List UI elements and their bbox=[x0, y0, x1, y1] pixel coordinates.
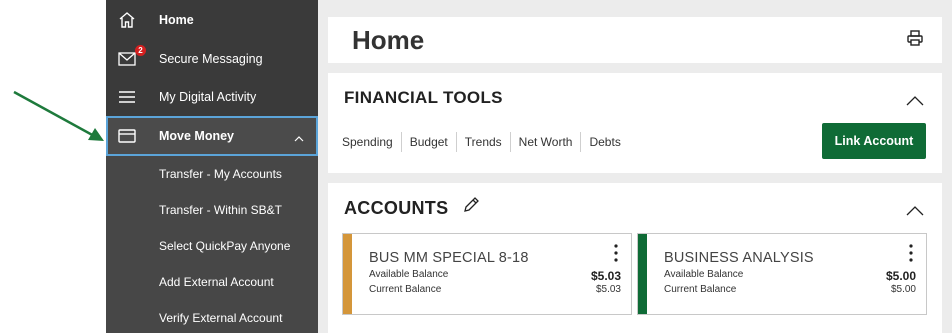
unread-badge: 2 bbox=[135, 45, 146, 56]
sidebar-subitem-transfer-my-accounts[interactable]: Transfer - My Accounts bbox=[106, 156, 318, 192]
kebab-menu-icon[interactable] bbox=[613, 244, 619, 262]
current-balance-label: Current Balance bbox=[369, 284, 442, 295]
sidebar-item-digital-activity[interactable]: My Digital Activity bbox=[106, 78, 318, 116]
available-balance-value: $5.03 bbox=[590, 269, 621, 283]
available-balance-label: Available Balance bbox=[664, 269, 744, 280]
account-tile[interactable]: BUSINESS ANALYSIS Available Balance Curr… bbox=[637, 233, 927, 315]
sidebar-item-label: Secure Messaging bbox=[159, 52, 263, 66]
current-balance-value: $5.03 bbox=[595, 284, 621, 295]
available-balance-value: $5.00 bbox=[885, 269, 916, 283]
section-title: ACCOUNTS bbox=[344, 198, 449, 218]
sidebar-item-label: My Digital Activity bbox=[159, 90, 257, 104]
card-icon bbox=[116, 125, 138, 147]
account-tile[interactable]: BUS MM SPECIAL 8-18 Available Balance Cu… bbox=[342, 233, 632, 315]
sidebar-item-home[interactable]: Home bbox=[106, 0, 318, 40]
link-account-button[interactable]: Link Account bbox=[822, 123, 926, 159]
tab-debts[interactable]: Debts bbox=[581, 132, 628, 152]
annotation-arrow bbox=[13, 90, 104, 141]
menu-icon bbox=[116, 86, 138, 108]
main-content: Home FINANCIAL TOOLS Spending Budget Tre… bbox=[318, 0, 952, 333]
account-color-bar bbox=[638, 234, 647, 314]
available-balance-label: Available Balance bbox=[369, 269, 449, 280]
chevron-up-icon[interactable] bbox=[906, 93, 924, 111]
tab-budget[interactable]: Budget bbox=[402, 132, 457, 152]
current-balance-value: $5.00 bbox=[890, 284, 916, 295]
account-name: BUS MM SPECIAL 8-18 bbox=[369, 250, 529, 266]
chevron-up-icon bbox=[294, 131, 304, 145]
chevron-up-icon[interactable] bbox=[906, 203, 924, 221]
tab-trends[interactable]: Trends bbox=[457, 132, 511, 152]
page-title: Home bbox=[352, 25, 425, 55]
sidebar-subitem-transfer-within[interactable]: Transfer - Within SB&T bbox=[106, 192, 318, 228]
printer-icon[interactable] bbox=[906, 29, 924, 52]
sidebar-item-label: Move Money bbox=[159, 129, 235, 143]
section-title: FINANCIAL TOOLS bbox=[344, 88, 503, 107]
envelope-icon: 2 bbox=[116, 45, 146, 70]
current-balance-label: Current Balance bbox=[664, 284, 737, 295]
sidebar-subitem-quickpay[interactable]: Select QuickPay Anyone bbox=[106, 228, 318, 264]
sidebar-item-label: Home bbox=[159, 13, 194, 27]
financial-tools-tabs: Spending Budget Trends Net Worth Debts bbox=[342, 132, 629, 152]
tab-spending[interactable]: Spending bbox=[342, 132, 402, 152]
account-name: BUSINESS ANALYSIS bbox=[664, 250, 814, 266]
sidebar-subitem-verify-external[interactable]: Verify External Account bbox=[106, 300, 318, 333]
kebab-menu-icon[interactable] bbox=[908, 244, 914, 262]
sidebar-subitem-add-external[interactable]: Add External Account bbox=[106, 264, 318, 300]
pencil-icon[interactable] bbox=[462, 196, 480, 219]
page-header-card: Home bbox=[328, 17, 942, 63]
sidebar-nav: Home 2 Secure Messaging My Digital Activ… bbox=[106, 0, 318, 333]
account-color-bar bbox=[343, 234, 352, 314]
home-icon bbox=[116, 9, 138, 31]
sidebar-item-secure-messaging[interactable]: 2 Secure Messaging bbox=[106, 40, 318, 78]
tab-net-worth[interactable]: Net Worth bbox=[511, 132, 582, 152]
sidebar-item-move-money[interactable]: Move Money bbox=[106, 116, 318, 156]
